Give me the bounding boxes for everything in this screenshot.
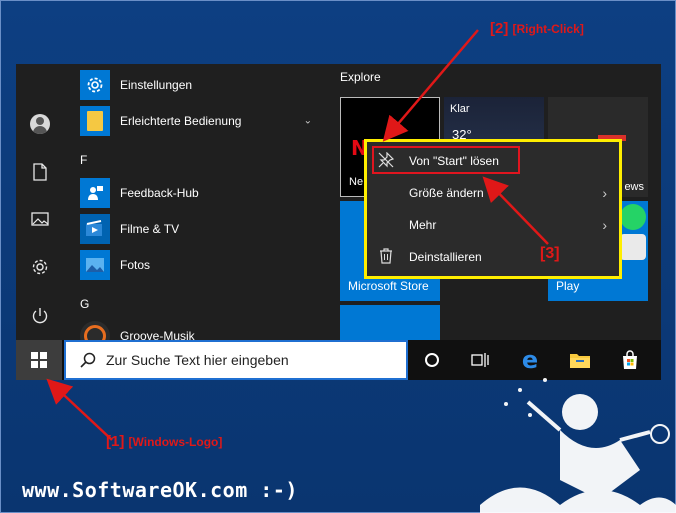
annotation-step-2: [2] [Right-Click] <box>490 20 584 37</box>
arrow-step-1 <box>46 378 113 441</box>
annotation-step-1: [1] [Windows-Logo] <box>106 433 223 450</box>
mascot-decoration <box>480 378 676 513</box>
brand-watermark: www.SoftwareOK.com :-) <box>22 478 298 502</box>
annotation-arrows <box>46 29 676 513</box>
arrow-step-2 <box>382 29 479 142</box>
arrow-step-3 <box>482 176 549 245</box>
annotation-step-3: [3] <box>540 245 560 262</box>
